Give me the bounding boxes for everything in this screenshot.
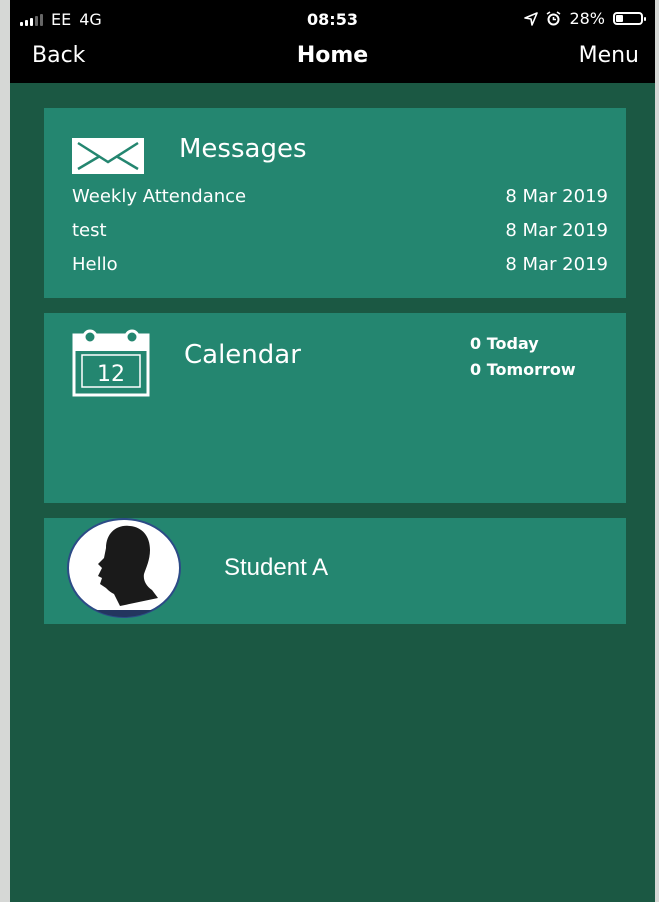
- battery-percent: 28%: [569, 9, 605, 28]
- navigation-bar: Back Home Menu: [10, 38, 655, 83]
- message-row[interactable]: Weekly Attendance 8 Mar 2019: [72, 186, 608, 210]
- message-date: 8 Mar 2019: [505, 254, 608, 275]
- message-date: 8 Mar 2019: [505, 186, 608, 207]
- calendar-card[interactable]: 12 Calendar 0 Today 0 Tomorrow: [44, 313, 626, 503]
- message-row[interactable]: Hello 8 Mar 2019: [72, 254, 608, 278]
- message-subject: Hello: [72, 254, 118, 275]
- status-right: 28%: [524, 9, 646, 28]
- battery-fill: [616, 15, 623, 22]
- battery-icon: [613, 12, 646, 25]
- location-arrow-icon: [524, 11, 539, 26]
- calendar-icon-day: 12: [97, 362, 125, 387]
- envelope-icon: [72, 138, 144, 174]
- message-subject: test: [72, 220, 107, 241]
- message-subject: Weekly Attendance: [72, 186, 247, 207]
- student-card[interactable]: Student A: [44, 518, 626, 624]
- calendar-counts: 0 Today 0 Tomorrow: [470, 331, 576, 383]
- avatar-silhouette-icon: [67, 518, 181, 618]
- alarm-icon: [546, 11, 561, 26]
- calendar-icon: 12: [72, 329, 150, 397]
- calendar-tomorrow-count: 0 Tomorrow: [470, 360, 576, 379]
- calendar-today-count: 0 Today: [470, 334, 539, 353]
- calendar-title: Calendar: [184, 340, 301, 370]
- status-bar: EE 4G 08:53 28%: [10, 0, 655, 38]
- menu-button[interactable]: Menu: [579, 43, 639, 68]
- messages-title: Messages: [179, 134, 307, 164]
- page-title: Home: [296, 43, 369, 68]
- phone-screen: EE 4G 08:53 28% Back Home Menu Messages …: [10, 0, 655, 902]
- message-date: 8 Mar 2019: [505, 220, 608, 241]
- messages-card[interactable]: Messages Weekly Attendance 8 Mar 2019 te…: [44, 108, 626, 298]
- message-row[interactable]: test 8 Mar 2019: [72, 220, 608, 244]
- student-name: Student A: [224, 554, 329, 581]
